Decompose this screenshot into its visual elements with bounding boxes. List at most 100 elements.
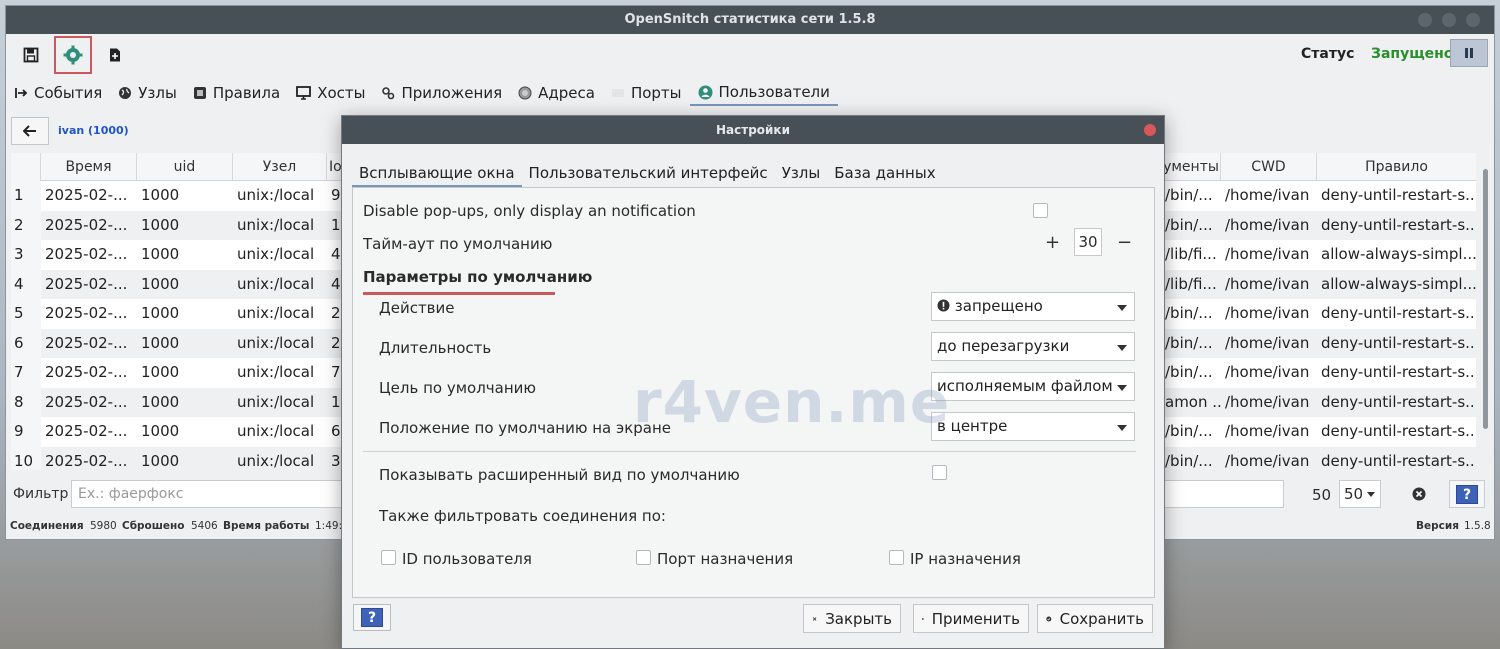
limit-label: 50 — [1312, 486, 1332, 504]
target-label: Цель по умолчанию — [379, 379, 537, 397]
tab-label: Порты — [630, 84, 682, 102]
filter-dstip-checkbox[interactable] — [889, 550, 904, 565]
cell-node: unix:/local — [237, 274, 315, 293]
extended-view-label: Показывать расширенный вид по умолчанию — [379, 466, 740, 484]
cell-rule: deny-until-restart-s... — [1321, 304, 1476, 322]
cell-cwd: /home/ivan — [1225, 245, 1310, 263]
column-header-cwd[interactable]: CWD — [1221, 153, 1317, 181]
user-icon — [698, 85, 713, 99]
tab-rules[interactable]: Правила — [185, 80, 288, 106]
tab-nodes-settings[interactable]: Узлы — [775, 160, 828, 187]
cell-uid: 1000 — [141, 245, 180, 263]
limit-select[interactable]: 50 — [1339, 480, 1381, 508]
cell-rule: deny-until-restart-s... — [1321, 422, 1476, 440]
column-header-node[interactable]: Узел — [233, 153, 327, 181]
maximize-button[interactable] — [1442, 13, 1456, 27]
table-scrollbar[interactable] — [1483, 169, 1488, 429]
tab-nodes[interactable]: Узлы — [110, 80, 185, 106]
toolbar: Статус Запущено — [6, 36, 1494, 74]
row-number: 10 — [11, 446, 41, 470]
target-combo[interactable]: исполняемым файлом — [931, 372, 1135, 401]
chevron-down-icon — [1117, 425, 1127, 431]
action-combo[interactable]: запрещено — [931, 292, 1135, 321]
preferences-button[interactable] — [54, 36, 92, 74]
tab-events[interactable]: События — [6, 80, 110, 106]
position-combo[interactable]: в центре — [931, 412, 1135, 441]
filter-dstip-label: IP назначения — [910, 550, 1021, 568]
cell-rule: allow-always-simpl... — [1321, 274, 1476, 293]
save-settings-button[interactable]: Сохранить — [1037, 604, 1153, 633]
cell-args: /bin/... — [1165, 215, 1213, 234]
tab-label: Пользователи — [718, 83, 830, 101]
cell-uid: 1000 — [141, 274, 180, 293]
tab-addresses[interactable]: Адреса — [510, 80, 603, 106]
duration-combo[interactable]: до перезагрузки — [931, 332, 1135, 361]
pause-button[interactable] — [1450, 39, 1488, 67]
apply-button-label: Применить — [931, 609, 1020, 628]
also-filter-label: Также фильтровать соединения по: — [379, 507, 666, 525]
cell-args: /lib/fi... — [1165, 245, 1217, 263]
cell-time: 2025-02-... — [45, 392, 128, 411]
timeout-increment-button[interactable]: + — [1045, 232, 1060, 253]
timeout-input[interactable]: 30 — [1074, 228, 1102, 256]
cell-time: 2025-02-... — [45, 274, 128, 293]
column-header-time[interactable]: Время — [41, 153, 137, 181]
clear-filter-button[interactable] — [1409, 484, 1429, 504]
column-header-uid[interactable]: uid — [137, 153, 233, 181]
apply-button[interactable]: Применить — [913, 604, 1029, 633]
disable-popups-label: Disable pop-ups, only display an notific… — [363, 202, 696, 220]
tab-users[interactable]: Пользователи — [689, 80, 838, 106]
timeout-label: Тайм-аут по умолчанию — [363, 235, 553, 253]
cell-args: /bin/... — [1165, 451, 1213, 470]
globe-icon — [119, 87, 132, 99]
help-icon: ? — [1456, 484, 1478, 504]
new-rule-button[interactable] — [96, 36, 134, 74]
filter-dstport-checkbox[interactable] — [636, 550, 651, 565]
cell-node: unix:/local — [237, 245, 315, 263]
cell-uid: 1000 — [141, 451, 180, 470]
close-button[interactable]: Закрыть — [803, 604, 901, 633]
dialog-close-icon[interactable] — [1144, 124, 1156, 136]
extended-view-checkbox[interactable] — [932, 465, 947, 480]
back-button[interactable] — [11, 117, 49, 145]
column-header-rule[interactable]: Правило — [1317, 153, 1476, 181]
tab-label: Хосты — [317, 84, 366, 102]
tab-popups[interactable]: Всплывающие окна — [352, 160, 522, 187]
cell-time: 2025-02-... — [45, 304, 128, 322]
cell-uid: 1000 — [141, 392, 180, 411]
filter-uid-checkbox[interactable] — [381, 550, 396, 565]
save-button[interactable] — [12, 36, 50, 74]
tab-label: Узлы — [138, 84, 177, 102]
column-header-args[interactable]: ументы — [1161, 153, 1221, 181]
tab-ui[interactable]: Пользовательский интерфейс — [522, 160, 775, 187]
close-icon — [812, 616, 817, 621]
window-titlebar: OpenSnitch статистика сети 1.5.8 — [6, 6, 1494, 34]
help-button[interactable]: ? — [1449, 480, 1485, 508]
cell-cwd: /home/ivan — [1225, 422, 1310, 440]
timeout-decrement-button[interactable]: − — [1117, 232, 1132, 253]
cell-node: unix:/local — [237, 304, 315, 322]
close-window-button[interactable] — [1466, 13, 1480, 27]
cell-node: unix:/local — [237, 186, 315, 204]
tab-hosts[interactable]: Хосты — [288, 80, 373, 106]
tab-database[interactable]: База данных — [827, 160, 942, 187]
status-label: Статус — [1301, 46, 1355, 62]
row-number: 8 — [11, 387, 41, 417]
chevron-down-icon — [1117, 345, 1127, 351]
position-label: Положение по умолчанию на экране — [379, 419, 672, 437]
minimize-button[interactable] — [1418, 13, 1432, 27]
disable-popups-checkbox[interactable] — [1033, 203, 1048, 218]
tab-apps[interactable]: Приложения — [373, 80, 510, 106]
tab-label: Адреса — [538, 84, 595, 102]
user-breadcrumb[interactable]: ivan (1000) — [58, 124, 129, 137]
chevron-down-icon — [1117, 305, 1127, 311]
dialog-help-button[interactable]: ? — [353, 604, 391, 631]
cell-uid: 1000 — [141, 333, 180, 352]
cell-cwd: /home/ivan — [1225, 363, 1310, 381]
network-gear-icon — [63, 45, 83, 65]
cell-rule: deny-until-restart-s... — [1321, 451, 1476, 470]
clear-icon — [1412, 487, 1426, 501]
tab-label: Приложения — [401, 84, 503, 102]
tab-ports[interactable]: Порты — [603, 80, 690, 106]
limit-select-value: 50 — [1344, 485, 1364, 503]
